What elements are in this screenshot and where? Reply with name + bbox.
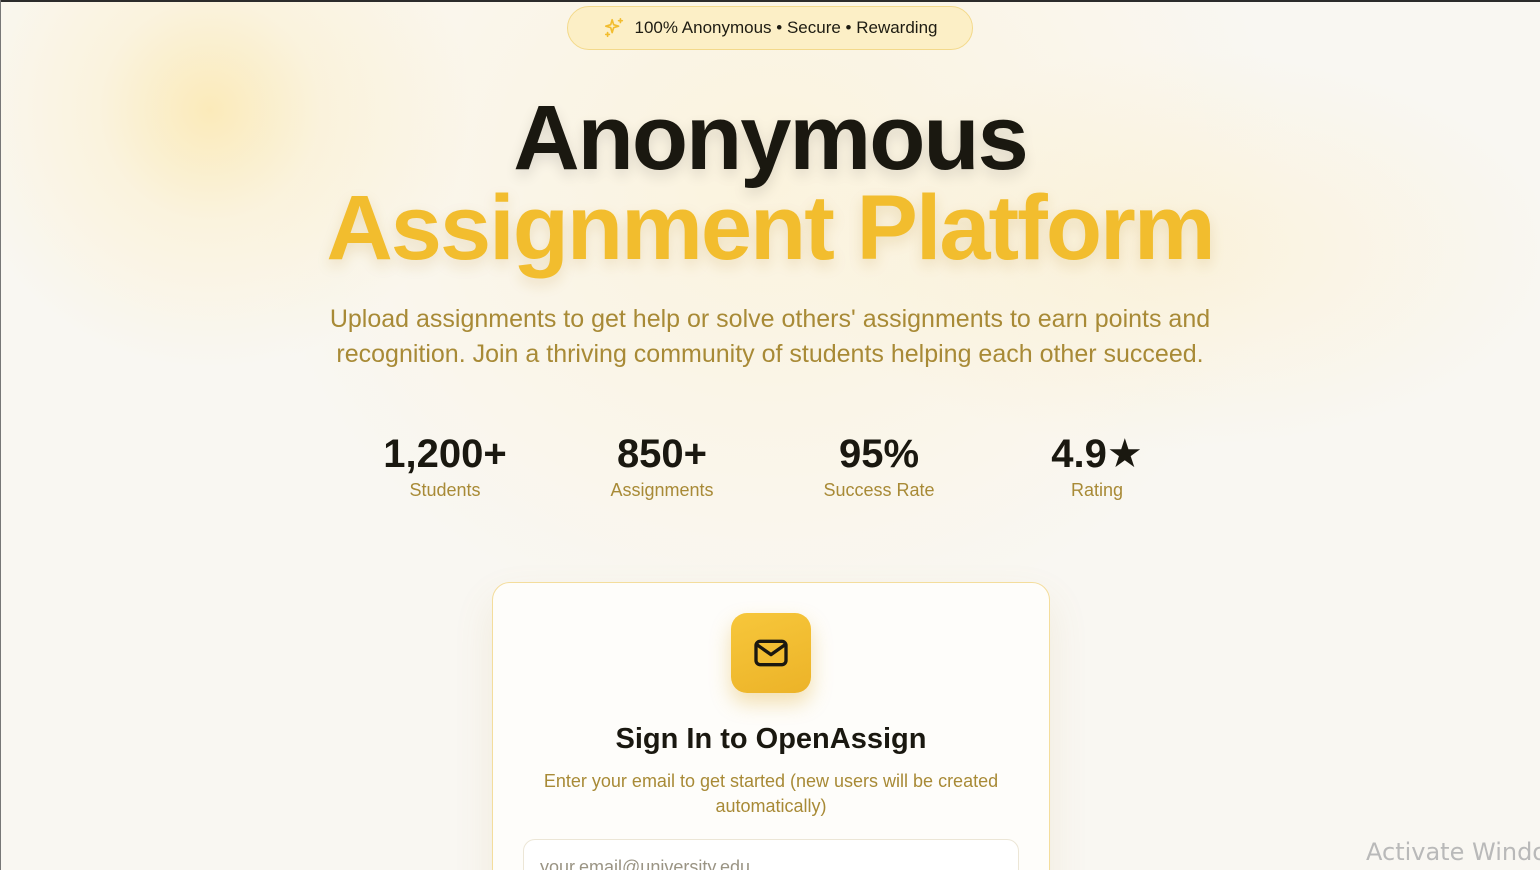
hero-title-line1: Anonymous: [513, 87, 1029, 189]
stat-rating: 4.9★ Rating: [997, 432, 1197, 502]
stat-label: Assignments: [610, 480, 714, 500]
stat-value: 95%: [838, 432, 920, 476]
mail-icon: [731, 613, 811, 693]
stat-students: 1,200+ Students: [345, 432, 545, 502]
signin-title: Sign In to OpenAssign: [615, 723, 927, 755]
stat-value: 4.9★: [1051, 432, 1143, 476]
stat-success-rate: 95% Success Rate: [779, 432, 979, 502]
signin-description: Enter your email to get started (new use…: [543, 771, 999, 816]
stat-label: Rating: [1070, 480, 1124, 500]
email-input[interactable]: [523, 839, 1019, 870]
hero-title-line2: Assignment Platform: [326, 177, 1215, 279]
os-activation-watermark: Activate Windows: [1366, 838, 1540, 866]
feature-badge: 100% Anonymous • Secure • Rewarding: [567, 6, 973, 50]
hero-subtitle: Upload assignments to get help or solve …: [329, 305, 1211, 368]
stat-label: Students: [409, 480, 481, 500]
badge-text: 100% Anonymous • Secure • Rewarding: [634, 18, 938, 37]
stats-row: 1,200+ Students 850+ Assignments 95% Suc…: [0, 432, 1540, 512]
stat-value: 850+: [616, 432, 708, 476]
stat-label: Success Rate: [823, 480, 935, 500]
stat-assignments: 850+ Assignments: [562, 432, 762, 502]
sparkles-icon: [603, 17, 625, 39]
stat-value: 1,200+: [383, 432, 507, 476]
window-top-border: [0, 0, 1540, 2]
signin-card: Sign In to OpenAssign Enter your email t…: [492, 582, 1050, 870]
